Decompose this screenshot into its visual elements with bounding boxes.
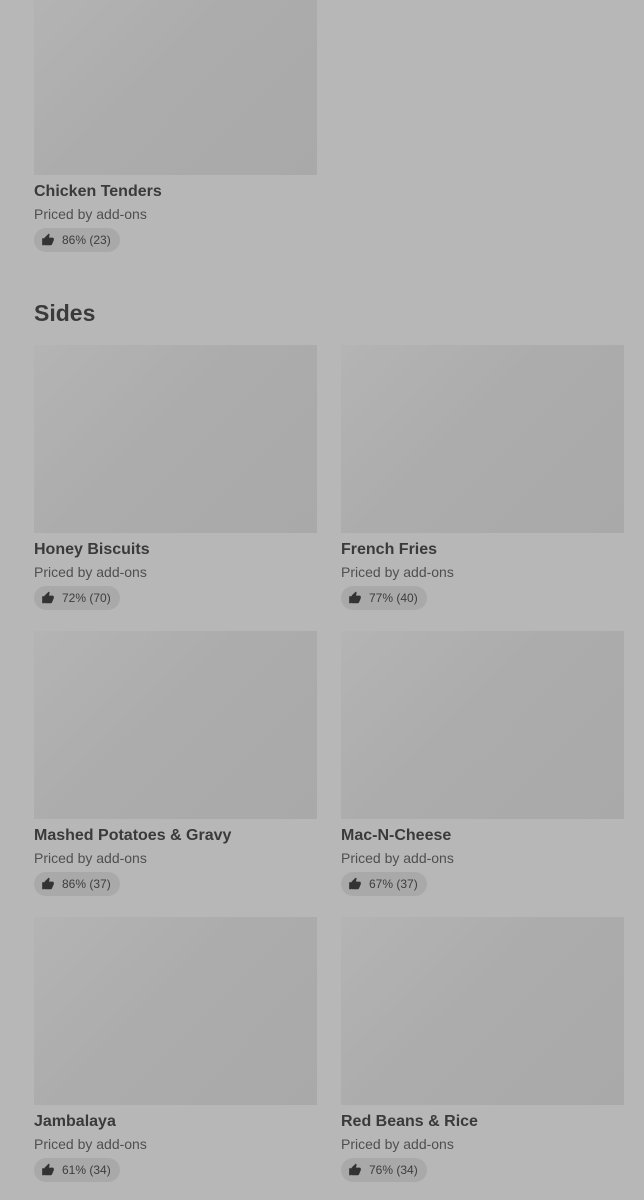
menu-item-card[interactable]: Mac-N-Cheese Priced by add-ons 67% (37): [341, 631, 624, 896]
menu-item-card[interactable]: French Fries Priced by add-ons 77% (40): [341, 345, 624, 610]
rating-text: 77% (40): [369, 591, 418, 605]
rating-text: 86% (23): [62, 233, 111, 247]
menu-item-image[interactable]: [341, 631, 624, 819]
rating-text: 67% (37): [369, 877, 418, 891]
rating-badge: 86% (23): [34, 228, 120, 252]
menu-item-price: Priced by add-ons: [34, 564, 147, 580]
rating-badge: 61% (34): [34, 1158, 120, 1182]
thumbs-up-icon: [348, 1163, 362, 1177]
menu-item-image[interactable]: [34, 0, 317, 175]
thumbs-up-icon: [41, 1163, 55, 1177]
menu-item-price: Priced by add-ons: [341, 564, 454, 580]
rating-badge: 67% (37): [341, 872, 427, 896]
menu-item-card[interactable]: Red Beans & Rice Priced by add-ons 76% (…: [341, 917, 624, 1182]
menu-item-image[interactable]: [34, 917, 317, 1105]
menu-item-price: Priced by add-ons: [34, 206, 147, 222]
menu-item-price: Priced by add-ons: [341, 850, 454, 866]
rating-badge: 76% (34): [341, 1158, 427, 1182]
thumbs-up-icon: [41, 591, 55, 605]
menu-item-name: Jambalaya: [34, 1113, 116, 1130]
thumbs-up-icon: [348, 591, 362, 605]
menu-item-image[interactable]: [34, 631, 317, 819]
menu-item-name: Chicken Tenders: [34, 183, 162, 200]
menu-item-name: Honey Biscuits: [34, 541, 150, 558]
menu-item-price: Priced by add-ons: [341, 1136, 454, 1152]
menu-item-image[interactable]: [34, 345, 317, 533]
thumbs-up-icon: [41, 233, 55, 247]
rating-badge: 86% (37): [34, 872, 120, 896]
menu-item-card[interactable]: Jambalaya Priced by add-ons 61% (34): [34, 917, 317, 1182]
menu-item-name: French Fries: [341, 541, 438, 558]
menu-item-name: Mashed Potatoes & Gravy: [34, 827, 232, 844]
thumbs-up-icon: [41, 877, 55, 891]
rating-badge: 72% (70): [34, 586, 120, 610]
section-title-sides: Sides: [34, 300, 96, 326]
menu-item-card[interactable]: Honey Biscuits Priced by add-ons 72% (70…: [34, 345, 317, 610]
menu-item-price: Priced by add-ons: [34, 850, 147, 866]
rating-text: 72% (70): [62, 591, 111, 605]
menu-item-image[interactable]: [341, 917, 624, 1105]
rating-text: 86% (37): [62, 877, 111, 891]
menu-item-name: Red Beans & Rice: [341, 1113, 478, 1130]
menu-item-price: Priced by add-ons: [34, 1136, 147, 1152]
rating-text: 76% (34): [369, 1163, 418, 1177]
menu-item-chicken-tenders[interactable]: Chicken Tenders Priced by add-ons 86% (2…: [34, 0, 317, 252]
rating-badge: 77% (40): [341, 586, 427, 610]
thumbs-up-icon: [348, 877, 362, 891]
menu-item-card[interactable]: Mashed Potatoes & Gravy Priced by add-on…: [34, 631, 317, 896]
menu-item-image[interactable]: [341, 345, 624, 533]
menu-item-name: Mac-N-Cheese: [341, 827, 452, 844]
rating-text: 61% (34): [62, 1163, 111, 1177]
